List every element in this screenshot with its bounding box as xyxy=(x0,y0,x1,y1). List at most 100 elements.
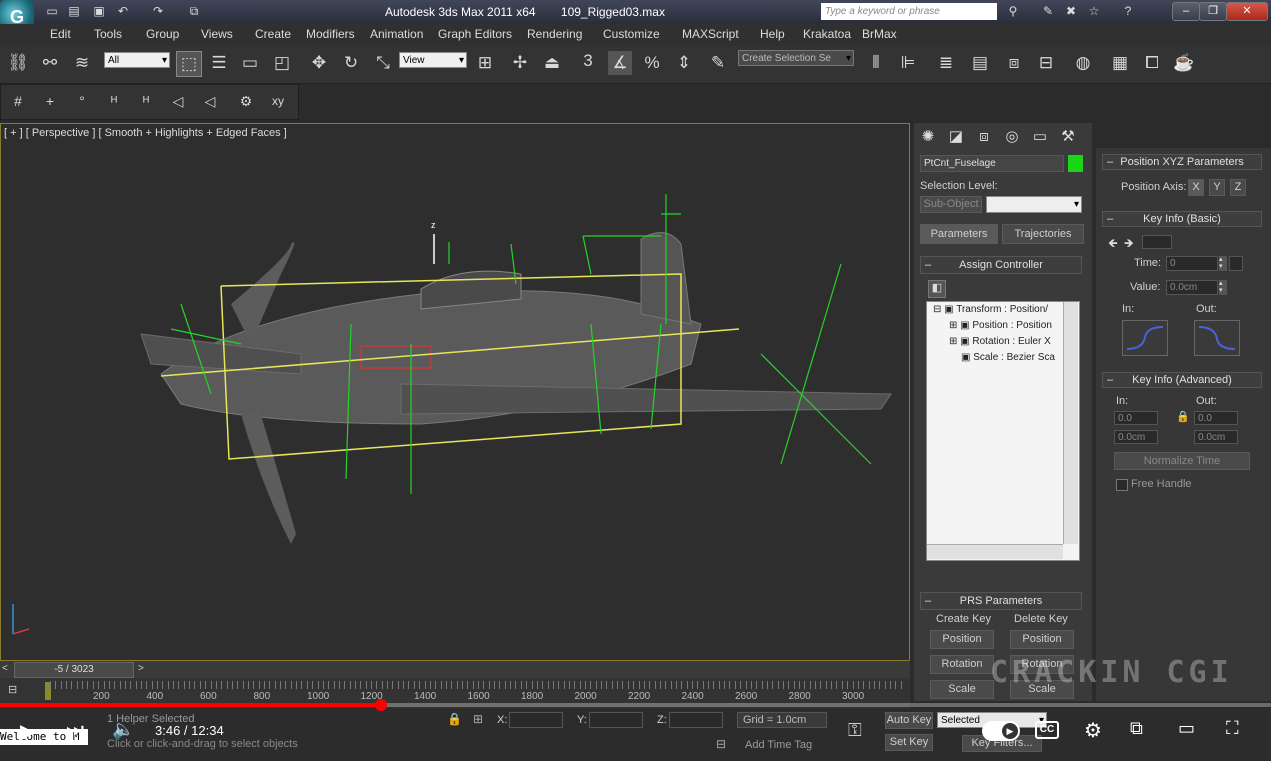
delete-position-key-button[interactable]: Position xyxy=(1010,630,1074,649)
set-key-mode-icon[interactable]: ⚿ xyxy=(848,720,862,741)
tree-item-scale[interactable]: ▣ Scale : Bezier Sca xyxy=(961,352,1055,363)
value-spinner[interactable]: ▴ ▾ xyxy=(1219,280,1227,295)
project-folder-icon[interactable]: ⧉ xyxy=(186,4,202,19)
menu-maxscript[interactable]: MAXScript xyxy=(682,27,739,41)
display-tab-icon[interactable]: ▭ xyxy=(1028,126,1052,148)
selection-filter-dropdown[interactable]: All xyxy=(104,52,170,69)
render-teapot-icon[interactable]: ☕ xyxy=(1172,51,1196,75)
y-coordinate-field[interactable] xyxy=(589,712,643,728)
time-field[interactable]: 0 xyxy=(1166,256,1218,271)
create-rotation-key-button[interactable]: Rotation xyxy=(930,655,994,674)
trajectories-tab[interactable]: Trajectories xyxy=(1002,224,1084,244)
grid-snap-icon[interactable]: # xyxy=(6,89,30,113)
snap-midpoint-icon[interactable]: ᴴ xyxy=(134,89,158,113)
volume-icon[interactable]: 🔈 xyxy=(112,719,134,740)
auto-key-button[interactable]: Auto Key xyxy=(885,712,933,729)
tree-horizontal-scrollbar[interactable] xyxy=(927,544,1063,559)
menu-modifiers[interactable]: Modifiers xyxy=(306,27,355,41)
snap-endpoint-icon[interactable]: ᴴ xyxy=(102,89,126,113)
key-info-advanced-rollout[interactable]: – Key Info (Advanced) xyxy=(1102,372,1262,388)
in-tangent-type-button[interactable] xyxy=(1122,320,1168,356)
adv-out-field-2[interactable]: 0.0cm xyxy=(1194,430,1238,444)
time-spinner[interactable]: ▴ ▾ xyxy=(1219,256,1227,271)
angle-snap-icon[interactable]: ∡ xyxy=(608,51,632,75)
menu-rendering[interactable]: Rendering xyxy=(527,27,582,41)
menu-create[interactable]: Create xyxy=(255,27,291,41)
x-coordinate-field[interactable] xyxy=(509,712,563,728)
sub-object-button[interactable]: Sub-Object xyxy=(920,196,982,213)
slider-next-icon[interactable]: > xyxy=(138,663,144,674)
maximize-button[interactable]: ❐ xyxy=(1199,2,1227,21)
position-xyz-rollout[interactable]: – Position XYZ Parameters xyxy=(1102,154,1262,170)
menu-group[interactable]: Group xyxy=(146,27,179,41)
adv-in-field-1[interactable]: 0.0 xyxy=(1114,411,1158,425)
prev-key-icon[interactable]: 🡸 xyxy=(1108,234,1118,255)
create-scale-key-button[interactable]: Scale xyxy=(930,680,994,699)
curve-editor-icon[interactable]: ⧈ xyxy=(1002,51,1026,75)
frame-counter[interactable]: -5 / 3023 xyxy=(14,662,134,678)
slider-prev-icon[interactable]: < xyxy=(2,663,8,674)
fullscreen-icon[interactable]: ⛶ xyxy=(1226,718,1239,739)
spinner-snap-icon[interactable]: ⇕ xyxy=(672,51,696,75)
create-tab-icon[interactable]: ✺ xyxy=(916,126,940,148)
reference-coordinate-dropdown[interactable]: View xyxy=(399,52,467,69)
next-key-icon[interactable]: 🡺 xyxy=(1124,234,1134,255)
lock-tangent-icon[interactable]: 🔒 xyxy=(1176,410,1190,423)
normalize-time-button[interactable]: Normalize Time xyxy=(1114,452,1250,470)
percent-snap-icon[interactable]: % xyxy=(640,51,664,75)
axis-y-button[interactable]: Y xyxy=(1209,179,1225,196)
help-icon[interactable]: ? xyxy=(1120,4,1136,19)
tree-item-position[interactable]: ⊞ ▣ Position : Position xyxy=(949,320,1052,331)
mirror-icon[interactable]: ⫴ xyxy=(864,51,888,75)
new-file-icon[interactable]: ▭ xyxy=(44,4,60,19)
add-time-tag-label[interactable]: Add Time Tag xyxy=(745,739,812,751)
selection-lock-icon[interactable]: 🔒 xyxy=(447,712,462,726)
controller-tree[interactable]: ⊟ ▣ Transform : Position/ ⊞ ▣ Position :… xyxy=(926,301,1080,561)
move-icon[interactable]: ✥ xyxy=(307,51,331,75)
time-lock-toggle[interactable] xyxy=(1229,256,1243,271)
layer-manager-icon[interactable]: ≣ xyxy=(934,51,958,75)
tree-item-transform[interactable]: ⊟ ▣ Transform : Position/ xyxy=(933,304,1048,315)
axis-x-button[interactable]: X xyxy=(1188,179,1204,196)
select-object-icon[interactable]: ⬚ xyxy=(176,51,202,77)
snap-vertex-icon[interactable]: ° xyxy=(70,89,94,113)
out-tangent-type-button[interactable] xyxy=(1194,320,1240,356)
select-and-link-icon[interactable]: ⛓ xyxy=(6,51,30,75)
rotate-icon[interactable]: ↻ xyxy=(339,51,363,75)
object-name-field[interactable]: PtCnt_Fuselage xyxy=(920,155,1064,172)
search-input[interactable]: Type a keyword or phrase xyxy=(821,3,997,20)
menu-animation[interactable]: Animation xyxy=(370,27,423,41)
rectangular-selection-icon[interactable]: ▭ xyxy=(238,51,262,75)
perspective-viewport[interactable]: [ + ] [ Perspective ] [ Smooth + Highlig… xyxy=(0,123,910,661)
favorites-star-icon[interactable]: ☆ xyxy=(1086,4,1102,19)
scale-icon[interactable]: ⤡ xyxy=(371,51,395,75)
snap-axis-constraint-icon[interactable]: xy xyxy=(266,89,290,113)
close-button[interactable]: ✕ xyxy=(1226,2,1268,21)
snap-face-icon[interactable]: ◁ xyxy=(198,89,222,113)
material-editor-icon[interactable]: ◍ xyxy=(1071,51,1095,75)
menu-edit[interactable]: Edit xyxy=(50,27,71,41)
key-number-field[interactable] xyxy=(1142,235,1172,249)
rendered-frame-icon[interactable]: ⧠ xyxy=(1140,51,1164,75)
play-icon[interactable]: ▶ xyxy=(20,719,35,744)
autoplay-toggle[interactable]: ▶ xyxy=(982,721,1020,741)
menu-help[interactable]: Help xyxy=(760,27,785,41)
utilities-tab-icon[interactable]: ⚒ xyxy=(1056,126,1080,148)
select-manipulate-icon[interactable]: ✢ xyxy=(508,51,532,75)
modify-tab-icon[interactable]: ◪ xyxy=(944,126,968,148)
parameters-tab[interactable]: Parameters xyxy=(920,224,998,244)
assign-controller-icon[interactable]: ◧ xyxy=(928,280,946,298)
value-field[interactable]: 0.0cm xyxy=(1166,280,1218,295)
open-file-icon[interactable]: ▤ xyxy=(66,4,82,19)
render-setup-icon[interactable]: ▦ xyxy=(1108,51,1132,75)
redo-icon[interactable]: ↷ xyxy=(150,4,166,19)
bind-space-warp-icon[interactable]: ≋ xyxy=(70,51,94,75)
subscription-icon[interactable]: ✎ xyxy=(1040,4,1056,19)
captions-button[interactable]: CC xyxy=(1035,721,1059,739)
set-key-button[interactable]: Set Key xyxy=(885,734,933,751)
time-tag-icon[interactable]: ⊟ xyxy=(716,737,726,751)
window-crossing-icon[interactable]: ◰ xyxy=(270,51,294,75)
menu-krakatoa[interactable]: Krakatoa xyxy=(803,27,851,41)
menu-graph-editors[interactable]: Graph Editors xyxy=(438,27,512,41)
adv-out-field-1[interactable]: 0.0 xyxy=(1194,411,1238,425)
